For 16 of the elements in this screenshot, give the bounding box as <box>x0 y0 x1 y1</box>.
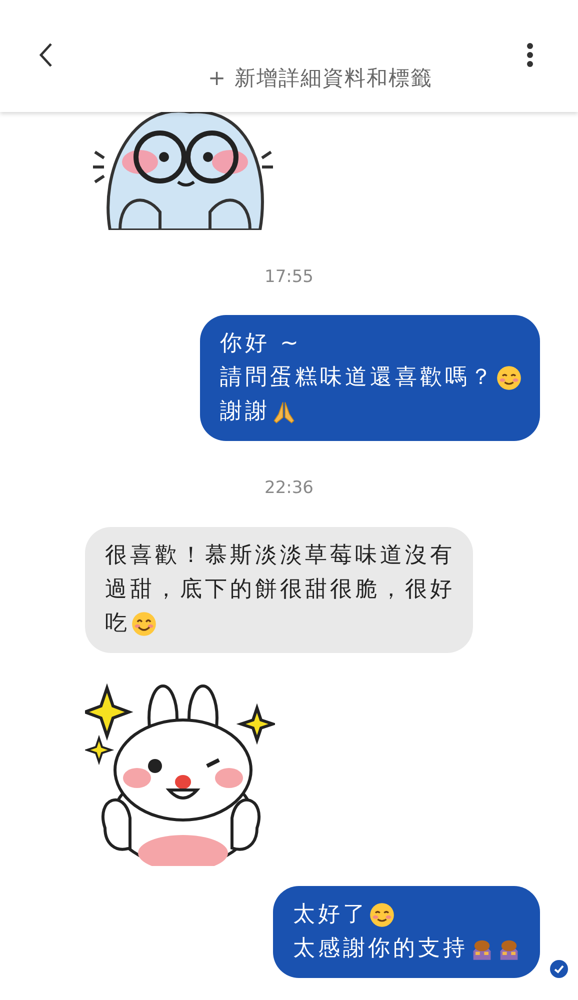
smiling-face-icon <box>496 365 522 391</box>
add-details-link[interactable]: + 新增詳細資料和標籤 <box>208 64 432 92</box>
message-text: 很喜歡！慕斯淡淡草莓味道沒有 <box>105 542 455 570</box>
message-text: 吃 <box>105 610 130 638</box>
message-text: 太好了 <box>293 901 368 929</box>
more-options-icon[interactable] <box>526 43 534 67</box>
praying-hands-icon <box>271 399 297 425</box>
message-text: 過甜，底下的餅很甜很脆，很好 <box>105 576 455 604</box>
message-timestamp: 22:36 <box>264 477 314 499</box>
message-text: 你好 ~ <box>220 330 302 358</box>
message-text: 謝謝 <box>220 398 270 426</box>
smiling-face-icon <box>369 902 395 928</box>
smiling-face-icon <box>131 611 157 637</box>
message-text: 請問蛋糕味道還喜歡嗎？ <box>220 364 495 392</box>
message-timestamp: 17:55 <box>264 266 314 288</box>
message-text: 太感謝你的支持 <box>293 935 468 963</box>
